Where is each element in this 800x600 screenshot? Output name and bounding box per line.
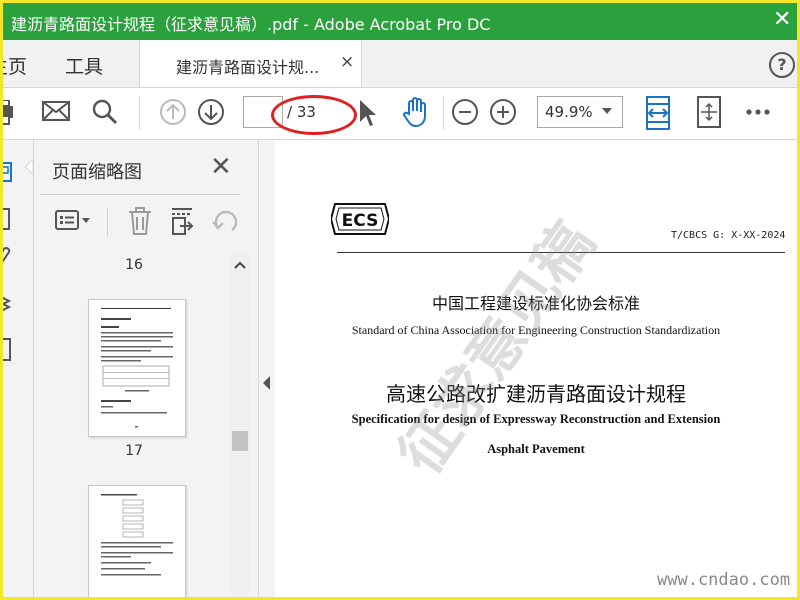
thumbnail-scrollbar[interactable] <box>230 253 250 597</box>
zoom-out-icon[interactable] <box>451 98 479 126</box>
thumbnail-content <box>101 308 173 428</box>
rotate-view-icon[interactable] <box>695 96 723 130</box>
acrobat-window: 建沥青路面设计规程（征求意见稿）.pdf - Adobe Acrobat Pro… <box>0 0 800 600</box>
next-page-icon[interactable] <box>197 98 225 126</box>
more-options-icon[interactable] <box>745 108 771 116</box>
document-tab-close-button[interactable]: × <box>340 52 354 72</box>
ecs-logo: ECS <box>331 203 389 235</box>
collapse-panel-handle[interactable] <box>258 140 275 597</box>
page-thumbnail[interactable] <box>88 485 186 597</box>
navigation-rail <box>3 140 34 597</box>
extract-pages-icon[interactable] <box>168 206 196 236</box>
fit-width-icon[interactable] <box>643 96 673 130</box>
trash-icon[interactable] <box>126 206 154 236</box>
attachments-icon[interactable] <box>0 244 15 270</box>
site-watermark: www.cndao.com <box>657 570 791 590</box>
panel-separator <box>107 208 108 236</box>
thumbnail-options-icon[interactable] <box>54 208 94 234</box>
annotation-circle <box>271 95 357 135</box>
panel-divider <box>40 194 240 195</box>
hand-tool-icon[interactable] <box>401 96 431 128</box>
rotate-page-icon[interactable] <box>210 206 240 236</box>
previous-page-icon[interactable] <box>159 98 187 126</box>
tab-tools[interactable]: 工具 <box>65 52 103 79</box>
thumbnail-page-number: 16 <box>125 257 143 273</box>
layers-icon[interactable] <box>0 290 15 316</box>
tab-home[interactable]: 主页 <box>3 52 27 79</box>
page-thumbnails-icon[interactable] <box>0 160 15 186</box>
rail-pointer-icon <box>25 160 33 174</box>
window-close-button[interactable]: ✕ <box>773 7 791 32</box>
zoom-level-select[interactable]: 49.9% <box>537 96 623 128</box>
bookmarks-icon[interactable] <box>0 206 15 232</box>
toolbar <box>3 88 797 140</box>
tab-document[interactable]: 建沥青路面设计规... × <box>139 40 362 87</box>
toolbar-separator <box>139 96 140 130</box>
document-title-cn: 高速公路改扩建沥青路面设计规程 <box>386 382 686 406</box>
email-icon[interactable] <box>41 98 71 124</box>
zoom-level-value: 49.9% <box>545 103 593 121</box>
scroll-up-icon[interactable] <box>234 261 246 269</box>
panel-close-button[interactable]: ✕ <box>210 152 232 182</box>
chevron-down-icon <box>602 108 612 114</box>
tab-bar: 主页 工具 建沥青路面设计规... × ? <box>3 40 797 88</box>
collapse-left-icon <box>263 376 270 390</box>
thumbnail-list: 16 17 <box>34 253 230 597</box>
document-page[interactable]: ECS T/CBCS G: X-XX-2024 中国工程建设标准化协会标准 St… <box>275 140 797 597</box>
thumbnail-page-number: 17 <box>125 443 143 459</box>
document-icon[interactable] <box>0 336 15 364</box>
search-icon[interactable] <box>91 98 119 126</box>
standard-code: T/CBCS G: X-XX-2024 <box>671 230 786 241</box>
zoom-in-icon[interactable] <box>489 98 517 126</box>
scrollbar-thumb[interactable] <box>232 431 248 451</box>
document-title-en-line2: Asphalt Pavement <box>487 442 585 456</box>
page-thumbnail[interactable] <box>88 299 186 437</box>
thumbnail-content <box>101 494 173 576</box>
title-bar: 建沥青路面设计规程（征求意见稿）.pdf - Adobe Acrobat Pro… <box>3 3 797 40</box>
document-title-en-line1: Specification for design of Expressway R… <box>351 412 721 426</box>
print-icon[interactable] <box>0 100 19 126</box>
toolbar-separator <box>443 96 444 130</box>
logo-text: ECS <box>342 211 379 231</box>
window-title: 建沥青路面设计规程（征求意见稿）.pdf - Adobe Acrobat Pro… <box>11 15 491 34</box>
document-tab-label: 建沥青路面设计规... <box>176 58 320 77</box>
help-button[interactable]: ? <box>769 52 795 78</box>
select-cursor-icon[interactable] <box>357 98 379 128</box>
panel-title: 页面缩略图 <box>52 162 142 183</box>
